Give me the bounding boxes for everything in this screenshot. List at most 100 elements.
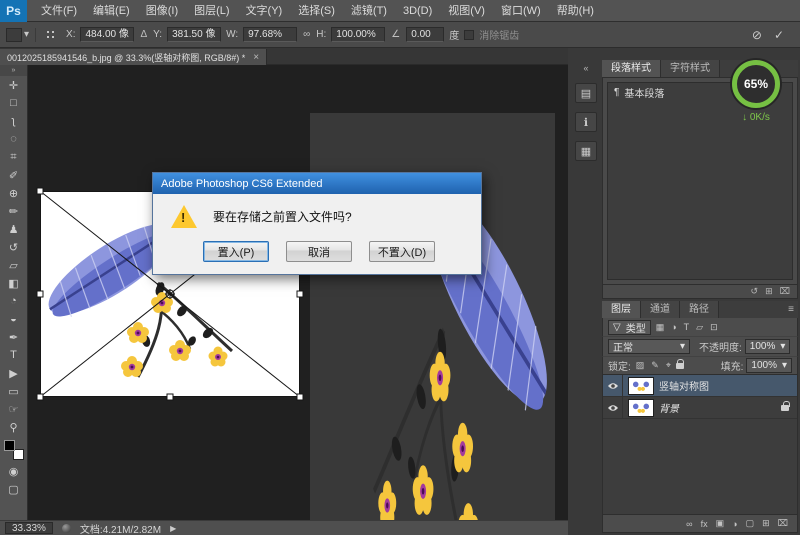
layer-row-symmetric[interactable]: 竖轴对称图 — [603, 375, 797, 397]
dodge-tool[interactable]: ◒ — [2, 310, 26, 328]
menu-window[interactable]: 窗口(W) — [493, 0, 549, 22]
document-tab[interactable]: 0012025185941546_b.jpg @ 33.3%(竖轴对称图, RG… — [0, 49, 267, 66]
eraser-tool[interactable]: ▱ — [2, 256, 26, 274]
type-layer-filter-icon[interactable]: T — [682, 322, 692, 332]
lasso-tool[interactable]: ʅ — [2, 112, 26, 130]
lock-image-pixels-icon[interactable]: ✎ — [649, 360, 661, 371]
menu-layer[interactable]: 图层(L) — [186, 0, 237, 22]
eyedropper-tool[interactable]: ✐ — [2, 166, 26, 184]
adjustment-layer-filter-icon[interactable]: ◑ — [669, 322, 678, 332]
pen-tool[interactable]: ✒ — [2, 328, 26, 346]
gradient-tool[interactable]: ◧ — [2, 274, 26, 292]
x-input[interactable]: 484.00 像 — [80, 27, 134, 42]
tab-layers[interactable]: 图层 — [602, 301, 641, 318]
tab-close-icon[interactable]: × — [253, 52, 259, 63]
status-expand-icon[interactable]: ▶ — [170, 524, 176, 533]
layer-thumbnail[interactable] — [628, 399, 654, 417]
reference-point-icon[interactable] — [45, 29, 57, 41]
menu-edit[interactable]: 编辑(E) — [85, 0, 138, 22]
healing-brush-tool[interactable]: ⊕ — [2, 184, 26, 202]
layer-styles-icon[interactable]: fx — [701, 519, 708, 529]
fill-dropdown[interactable]: 100% ▾ — [746, 358, 792, 373]
history-brush-tool[interactable]: ↺ — [2, 238, 26, 256]
menu-file[interactable]: 文件(F) — [33, 0, 85, 22]
visibility-toggle[interactable] — [603, 375, 623, 396]
tab-character-styles[interactable]: 字符样式 — [661, 60, 720, 77]
rectangular-marquee-tool[interactable]: □ — [2, 94, 26, 112]
tool-preset-dropdown[interactable]: ▾ — [6, 28, 36, 42]
delete-style-icon[interactable]: ⌧ — [780, 286, 790, 297]
dialog-title-bar[interactable]: Adobe Photoshop CS6 Extended — [153, 173, 481, 194]
menu-image[interactable]: 图像(I) — [138, 0, 186, 22]
add-layer-mask-icon[interactable]: ▣ — [716, 518, 725, 529]
panel-menu-icon[interactable]: ≡ — [788, 301, 794, 318]
smart-object-filter-icon[interactable]: ⊡ — [708, 322, 720, 333]
shape-layer-filter-icon[interactable]: ▱ — [694, 322, 705, 333]
angle-input[interactable]: 0.00 — [406, 27, 444, 42]
quick-mask-icon[interactable]: ◉ — [2, 462, 26, 480]
histogram-panel-icon[interactable]: ▦ — [575, 141, 597, 161]
cancel-button[interactable]: 取消 — [286, 241, 352, 262]
lock-all-icon[interactable] — [676, 363, 684, 369]
layer-name[interactable]: 竖轴对称图 — [659, 378, 797, 393]
height-input[interactable]: 100.00% — [331, 27, 385, 42]
tab-paragraph-styles[interactable]: 段落样式 — [602, 60, 661, 77]
new-style-icon[interactable]: ⊞ — [765, 286, 773, 297]
redefine-style-icon[interactable]: ↺ — [751, 286, 759, 297]
new-layer-icon[interactable]: ⊞ — [762, 518, 770, 529]
lock-position-icon[interactable]: ⌖ — [664, 360, 673, 371]
dont-place-button[interactable]: 不置入(D) — [369, 241, 435, 262]
quick-selection-tool[interactable]: ◌ — [2, 130, 26, 148]
menu-filter[interactable]: 滤镜(T) — [343, 0, 395, 22]
photoshop-window: Ps 文件(F) 编辑(E) 图像(I) 图层(L) 文字(Y) 选择(S) 滤… — [0, 0, 800, 535]
menu-type[interactable]: 文字(Y) — [238, 0, 291, 22]
commit-transform-button[interactable]: ✓ — [774, 28, 784, 42]
place-button[interactable]: 置入(P) — [203, 241, 269, 262]
link-layers-icon[interactable]: ∞ — [686, 519, 692, 529]
opacity-dropdown[interactable]: 100% ▾ — [745, 339, 791, 354]
link-dimensions-icon[interactable]: ∞ — [302, 29, 311, 40]
layer-name[interactable]: 背景 — [659, 400, 781, 415]
menu-select[interactable]: 选择(S) — [290, 0, 343, 22]
antialias-checkbox[interactable] — [464, 30, 474, 40]
menu-view[interactable]: 视图(V) — [440, 0, 493, 22]
layer-thumbnail[interactable] — [628, 377, 654, 395]
type-tool[interactable]: T — [2, 346, 26, 364]
relative-position-icon[interactable]: Δ — [139, 29, 148, 40]
toolbar-collapse-icon[interactable]: » — [0, 65, 27, 76]
zoom-level-input[interactable]: 33.33% — [5, 522, 53, 534]
foreground-color-swatch[interactable] — [4, 440, 15, 451]
new-adjustment-layer-icon[interactable]: ◑ — [732, 519, 737, 529]
crop-tool[interactable]: ⌗ — [2, 148, 26, 166]
tab-paths[interactable]: 路径 — [680, 301, 719, 318]
clone-stamp-tool[interactable]: ♟ — [2, 220, 26, 238]
info-panel-icon[interactable]: ℹ — [575, 112, 597, 132]
width-input[interactable]: 97.68% — [243, 27, 297, 42]
color-swatches[interactable] — [4, 440, 24, 460]
move-tool[interactable]: ✛ — [2, 76, 26, 94]
dock-collapse-icon[interactable]: « — [574, 62, 598, 74]
blur-tool[interactable]: ◔ — [2, 292, 26, 310]
screen-mode-icon[interactable]: ▢ — [2, 480, 26, 498]
menu-help[interactable]: 帮助(H) — [549, 0, 602, 22]
visibility-toggle[interactable] — [603, 397, 623, 418]
photoshop-logo[interactable]: Ps — [0, 0, 27, 22]
properties-panel-icon[interactable]: ▤ — [575, 83, 597, 103]
hand-tool[interactable]: ☞ — [2, 400, 26, 418]
brush-tool[interactable]: ✏ — [2, 202, 26, 220]
path-selection-tool[interactable]: ▶ — [2, 364, 26, 382]
layer-row-background[interactable]: 背景 — [603, 397, 797, 419]
menu-3d[interactable]: 3D(D) — [395, 0, 440, 22]
delete-layer-icon[interactable]: ⌧ — [778, 518, 788, 529]
shape-tool[interactable]: ▭ — [2, 382, 26, 400]
zoom-tool[interactable]: ⚲ — [2, 418, 26, 436]
layer-filter-dropdown[interactable]: ▽ 类型 — [608, 320, 651, 335]
new-group-icon[interactable]: ▢ — [746, 518, 755, 529]
pixel-layer-filter-icon[interactable]: ▦ — [654, 322, 667, 333]
canvas-area[interactable] — [28, 65, 568, 520]
lock-transparent-pixels-icon[interactable]: ▨ — [634, 360, 647, 371]
cancel-transform-button[interactable]: ⊘ — [752, 28, 762, 42]
blend-mode-dropdown[interactable]: 正常 ▾ — [608, 339, 690, 354]
y-input[interactable]: 381.50 像 — [167, 27, 221, 42]
tab-channels[interactable]: 通道 — [641, 301, 680, 318]
